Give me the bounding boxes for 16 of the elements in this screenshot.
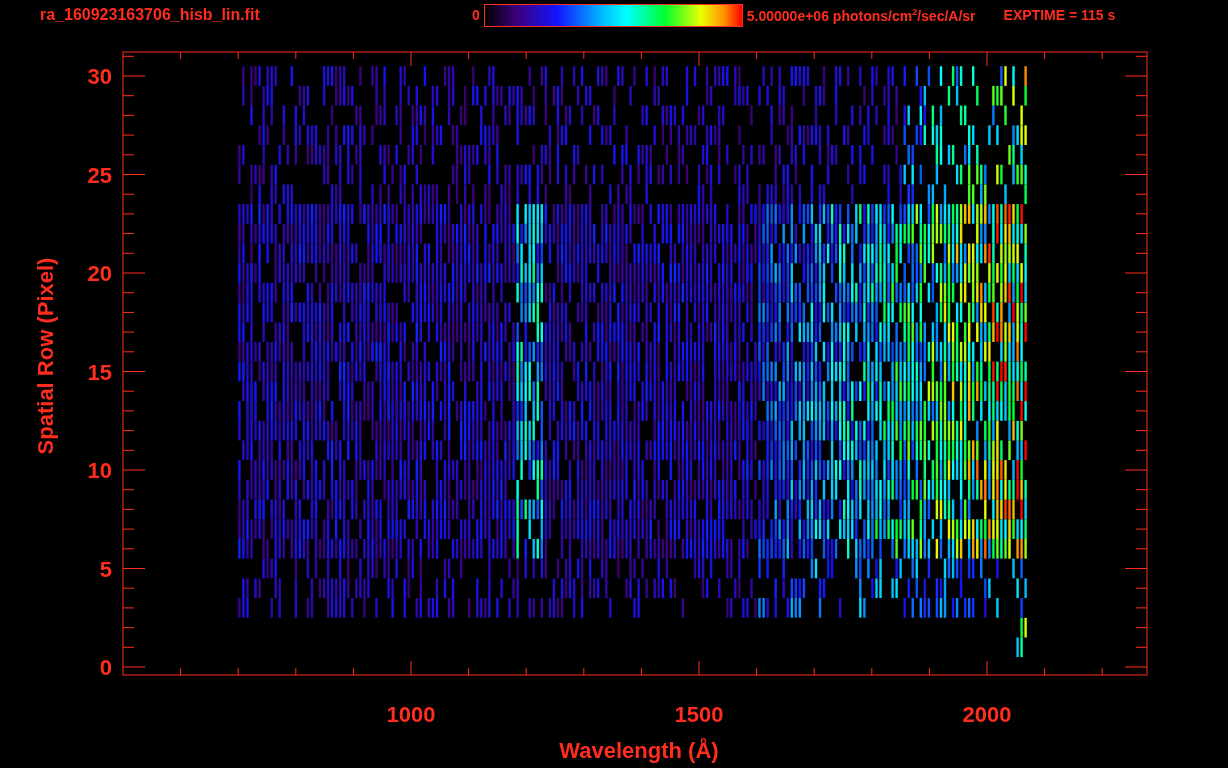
x-tick-label: 2000 <box>962 702 1012 727</box>
file-name-title: ra_160923163706_hisb_lin.fit <box>40 6 261 24</box>
colorbar-max-label: 5.00000e+06 photons/cm$^{2}$/sec/A/sr <box>746 6 976 24</box>
y-tick-label: 10 <box>87 458 112 483</box>
y-tick-label: 25 <box>87 162 112 188</box>
y-axis-title: Spatial Row (Pixel) <box>33 257 58 455</box>
y-tick-label: 20 <box>87 261 112 286</box>
x-tick-label: 1500 <box>674 702 724 727</box>
exposure-time-label: EXPTIME = 115 s <box>1003 7 1116 23</box>
y-tick-label: 15 <box>87 359 112 385</box>
x-tick-label: 1000 <box>386 702 436 727</box>
y-tick-label: 30 <box>87 64 112 89</box>
x-axis-title: Wavelength (Å) <box>559 738 719 763</box>
y-tick-label: 5 <box>99 556 112 582</box>
colorbar-min-label: 0 <box>472 7 480 23</box>
y-tick-label: 0 <box>99 655 112 680</box>
